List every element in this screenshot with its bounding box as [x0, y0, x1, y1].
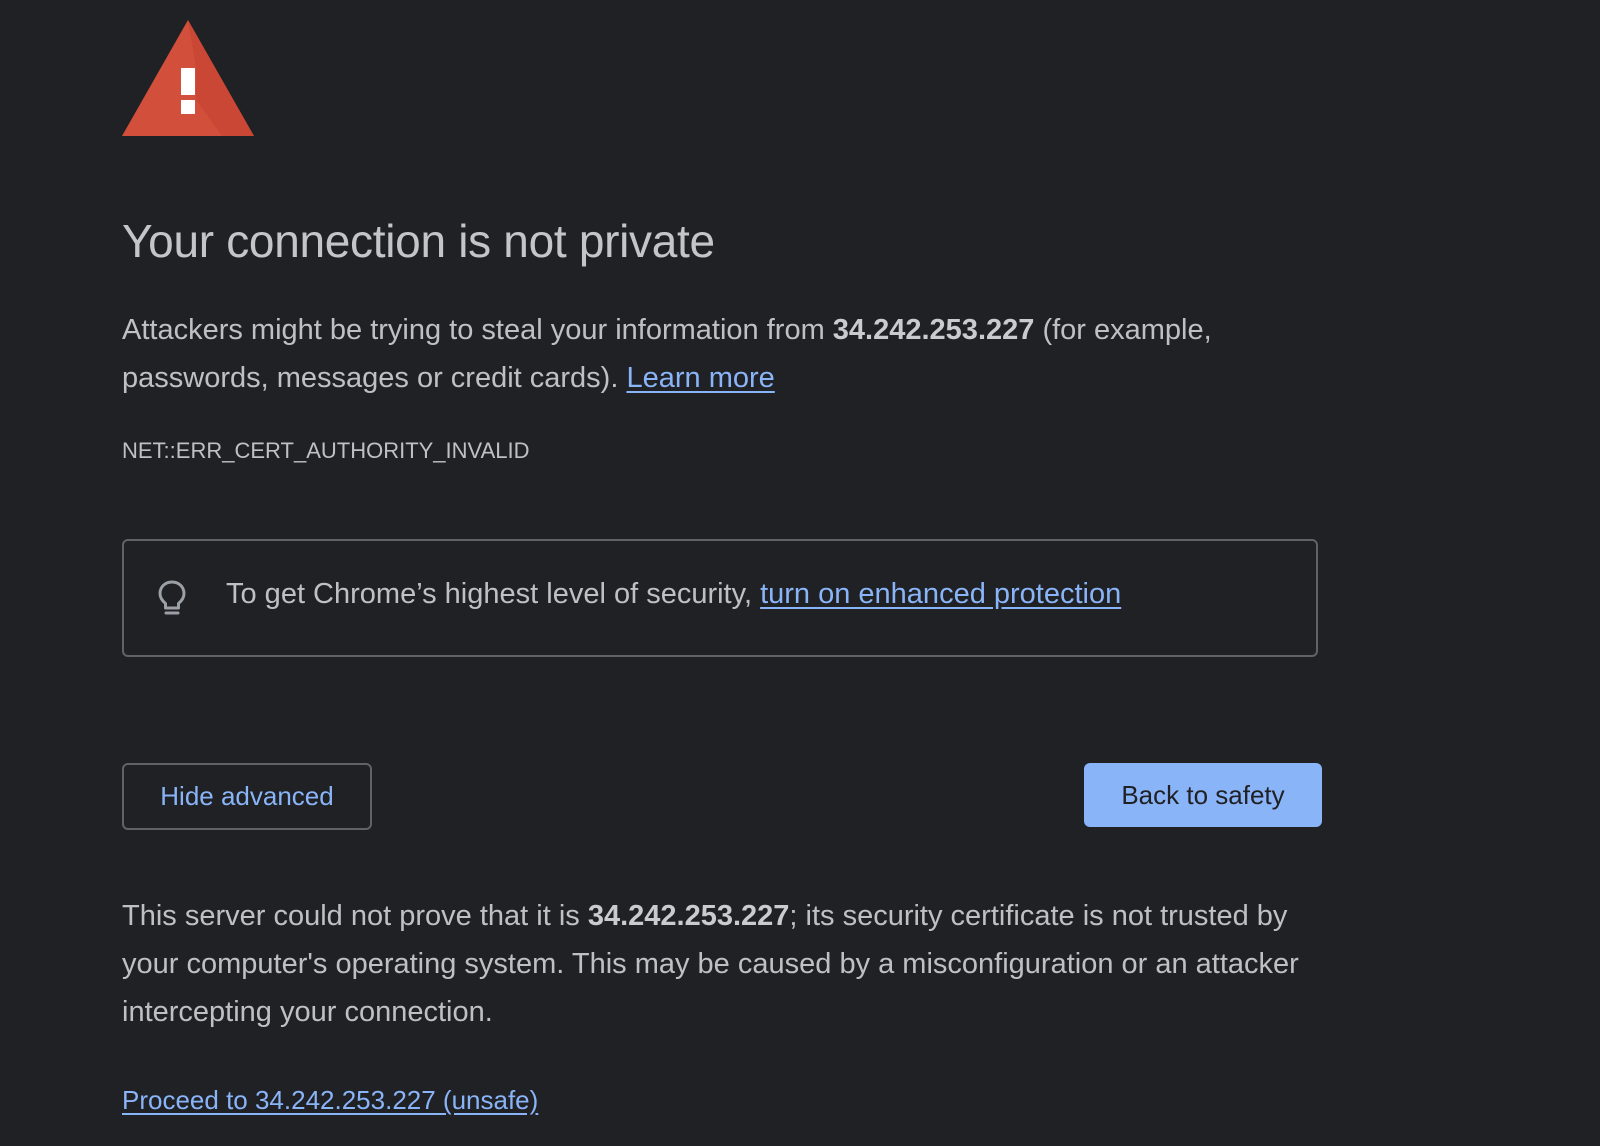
page-title: Your connection is not private: [122, 215, 715, 267]
error-code: NET::ERR_CERT_AUTHORITY_INVALID: [122, 438, 530, 463]
intro-text: Attackers might be trying to steal your …: [122, 306, 1332, 402]
hide-advanced-button[interactable]: Hide advanced: [122, 763, 372, 830]
details-host: 34.242.253.227: [587, 900, 790, 932]
intro-prefix: Attackers might be trying to steal your …: [122, 314, 833, 346]
promo-label: To get Chrome’s highest level of securit…: [226, 578, 761, 610]
enhanced-protection-promo: To get Chrome’s highest level of securit…: [122, 539, 1318, 657]
promo-text: To get Chrome’s highest level of securit…: [226, 578, 1121, 611]
lightbulb-icon: [158, 580, 186, 615]
learn-more-link[interactable]: Learn more: [626, 362, 774, 394]
warning-triangle-icon: [122, 20, 254, 136]
details-prefix: This server could not prove that it is: [122, 900, 588, 932]
intro-host: 34.242.253.227: [832, 314, 1035, 346]
advanced-details-text: This server could not prove that it is 3…: [122, 892, 1302, 1036]
enhanced-protection-link[interactable]: turn on enhanced protection: [760, 578, 1121, 610]
back-to-safety-button[interactable]: Back to safety: [1084, 763, 1322, 827]
proceed-unsafe-link[interactable]: Proceed to 34.242.253.227 (unsafe): [122, 1085, 538, 1116]
